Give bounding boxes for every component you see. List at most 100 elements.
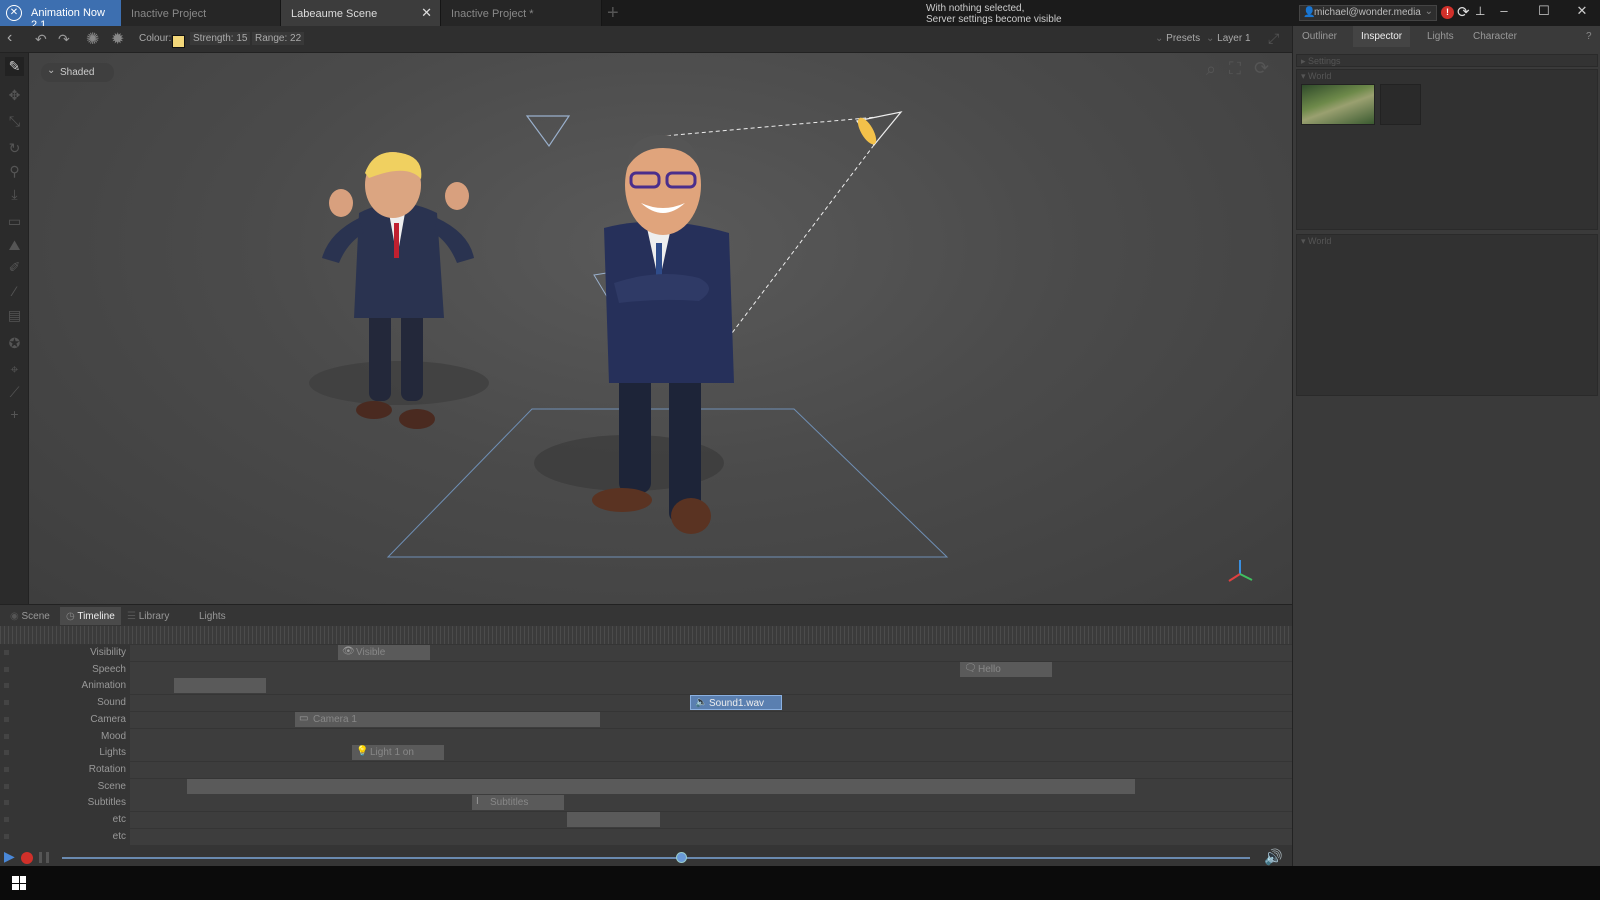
notice-line-1: With nothing selected, xyxy=(926,3,1025,14)
world-thumbnail[interactable] xyxy=(1301,84,1375,125)
tab-scene[interactable]: ◉ Scene xyxy=(4,607,56,625)
sync-icon[interactable]: ⟳ xyxy=(1457,3,1470,21)
3d-viewport[interactable]: ⌄ Shaded ⌕ ⛶ ⟳ xyxy=(29,53,1292,604)
world-section-top[interactable]: ▾ World xyxy=(1296,69,1598,230)
playback-bar: ▶ 🔊 xyxy=(0,846,1292,867)
track-label: Rotation xyxy=(88,763,126,775)
weight-tool-icon[interactable]: ⚲ xyxy=(5,162,24,181)
image-tool-icon[interactable]: ▭ xyxy=(5,212,24,231)
timeline-clip[interactable] xyxy=(187,778,1135,794)
expand-icon[interactable]: ⤢ xyxy=(1268,30,1279,47)
strength-field[interactable]: Strength: 15 xyxy=(190,32,251,45)
tab-timeline[interactable]: ◷ Timeline xyxy=(60,607,121,625)
layer-dropdown[interactable]: ⌄ Layer 1 xyxy=(1206,33,1251,44)
alert-icon[interactable]: ! xyxy=(1441,6,1454,19)
tab-label: Timeline xyxy=(77,611,115,622)
camera-icon: ▭ xyxy=(299,712,309,724)
light-tool-alt-icon[interactable]: ✹ xyxy=(111,29,124,49)
tab-inspector[interactable]: Inspector xyxy=(1353,26,1411,47)
app-tab[interactable]: ✕ Animation Now 2.1 xyxy=(0,0,121,31)
minimize-button[interactable]: – xyxy=(1492,3,1516,23)
track-lane[interactable] xyxy=(130,828,1292,845)
path-tool-icon[interactable]: ⟋ xyxy=(5,383,24,402)
timeline-clip[interactable]: ▭ Camera 1 xyxy=(295,711,600,727)
tab-lights[interactable]: Lights xyxy=(1419,26,1462,47)
pin-icon[interactable]: ⊥ xyxy=(1475,4,1485,18)
tab-labeaume-scene[interactable]: Labeaume Scene ✕ xyxy=(281,0,441,26)
scrubber-track[interactable] xyxy=(62,857,1250,859)
track-row: Rotation xyxy=(0,761,1292,778)
timeline-clip[interactable]: I Subtitles xyxy=(472,795,564,811)
track-label: etc xyxy=(112,830,126,842)
new-tab-plus-icon[interactable]: + xyxy=(607,2,619,25)
clip-label: Camera 1 xyxy=(313,713,357,725)
track-row: Mood xyxy=(0,728,1292,745)
move-tool-icon[interactable]: ✥ xyxy=(5,86,24,105)
track-lane[interactable] xyxy=(130,812,1292,828)
settings-label: Settings xyxy=(1308,56,1341,66)
tab-inactive-project[interactable]: Inactive Project xyxy=(121,0,281,26)
track-lane[interactable] xyxy=(130,745,1292,762)
chevron-down-icon: ⌄ xyxy=(1424,6,1433,17)
brush-tool-icon[interactable]: ✎ xyxy=(5,57,24,76)
track-row: Animation xyxy=(0,678,1292,695)
tab-outliner[interactable]: Outliner xyxy=(1294,26,1345,47)
inspector-panel: Outliner Inspector Lights Character ? ▸ … xyxy=(1292,26,1600,866)
clip-label: Subtitles xyxy=(490,797,529,809)
volume-icon[interactable]: 🔊 xyxy=(1264,848,1283,866)
back-icon[interactable]: ‹ xyxy=(7,29,12,47)
timeline-clip[interactable]: 🗨 Hello xyxy=(960,661,1052,677)
location-pin-icon[interactable]: ⌖ xyxy=(5,360,24,379)
range-field[interactable]: Range: 22 xyxy=(252,32,305,45)
track-lane[interactable] xyxy=(130,761,1292,778)
layer-label: Layer 1 xyxy=(1217,33,1251,44)
user-dropdown[interactable]: 👤 michael@wonder.media ⌄ xyxy=(1299,5,1437,21)
track-lane[interactable] xyxy=(130,661,1292,678)
world-section-bottom[interactable]: ▾ World xyxy=(1296,234,1598,396)
presets-dropdown[interactable]: ⌄ Presets xyxy=(1155,33,1200,44)
track-lane[interactable] xyxy=(130,795,1292,812)
clapper-tool-icon[interactable]: ▤ xyxy=(5,306,24,325)
aperture-tool-icon[interactable]: ✪ xyxy=(5,334,24,353)
tab-character[interactable]: Character xyxy=(1465,26,1525,47)
track-lane[interactable] xyxy=(130,678,1292,695)
maximize-button[interactable]: ☐ xyxy=(1532,3,1556,23)
timeline-clip[interactable]: 💡 Light 1 on xyxy=(352,745,444,761)
light-tool-icon[interactable]: ✺ xyxy=(86,29,99,49)
pencil-tool-icon[interactable]: ✐ xyxy=(5,258,24,277)
tab-lights-bottom[interactable]: Lights xyxy=(193,607,232,625)
tab-library[interactable]: ☰ Library xyxy=(121,607,175,625)
download-tool-icon[interactable]: ⤓ xyxy=(5,185,24,204)
undo-icon[interactable]: ↶ xyxy=(35,31,47,48)
settings-section[interactable]: ▸ Settings xyxy=(1296,54,1598,67)
bulb-icon: 💡 xyxy=(356,746,369,758)
track-lane[interactable] xyxy=(130,645,1292,661)
timeline-clip[interactable] xyxy=(567,812,660,827)
server-notice: With nothing selected, Server settings b… xyxy=(926,3,1062,25)
help-button[interactable]: ? xyxy=(1586,31,1592,42)
close-window-button[interactable]: ✕ xyxy=(1570,3,1594,23)
colour-swatch[interactable] xyxy=(172,35,185,48)
timeline-clip[interactable] xyxy=(174,678,266,694)
record-icon[interactable] xyxy=(21,852,33,864)
timeline-ruler[interactable] xyxy=(0,626,1292,644)
terrain-tool-icon[interactable]: ⛰ xyxy=(5,236,24,255)
rotate-tool-icon[interactable]: ↻ xyxy=(5,139,24,158)
play-icon[interactable]: ▶ xyxy=(4,848,15,865)
eyedropper-tool-icon[interactable]: ⁄ xyxy=(5,282,24,301)
axis-gizmo-icon xyxy=(1228,560,1253,582)
timeline-clip[interactable]: 🔈 Sound1.wav xyxy=(690,695,782,711)
close-tab-icon[interactable]: ✕ xyxy=(421,5,432,21)
tab-inactive-project-modified[interactable]: Inactive Project * xyxy=(441,0,602,26)
track-row: Visibility 👁 Visible xyxy=(0,645,1292,661)
redo-icon[interactable]: ↷ xyxy=(58,31,70,48)
track-lane[interactable] xyxy=(130,728,1292,745)
empty-world-slot[interactable] xyxy=(1380,84,1421,125)
scale-tool-icon[interactable]: ⤡ xyxy=(5,112,24,131)
camera-gizmo[interactable] xyxy=(525,115,571,148)
scrubber-handle[interactable] xyxy=(675,852,687,863)
add-tool-icon[interactable]: + xyxy=(5,405,24,424)
timeline-clip[interactable]: 👁 Visible xyxy=(338,645,430,660)
windows-start-icon[interactable] xyxy=(12,876,26,890)
pause-icon[interactable] xyxy=(39,852,49,863)
